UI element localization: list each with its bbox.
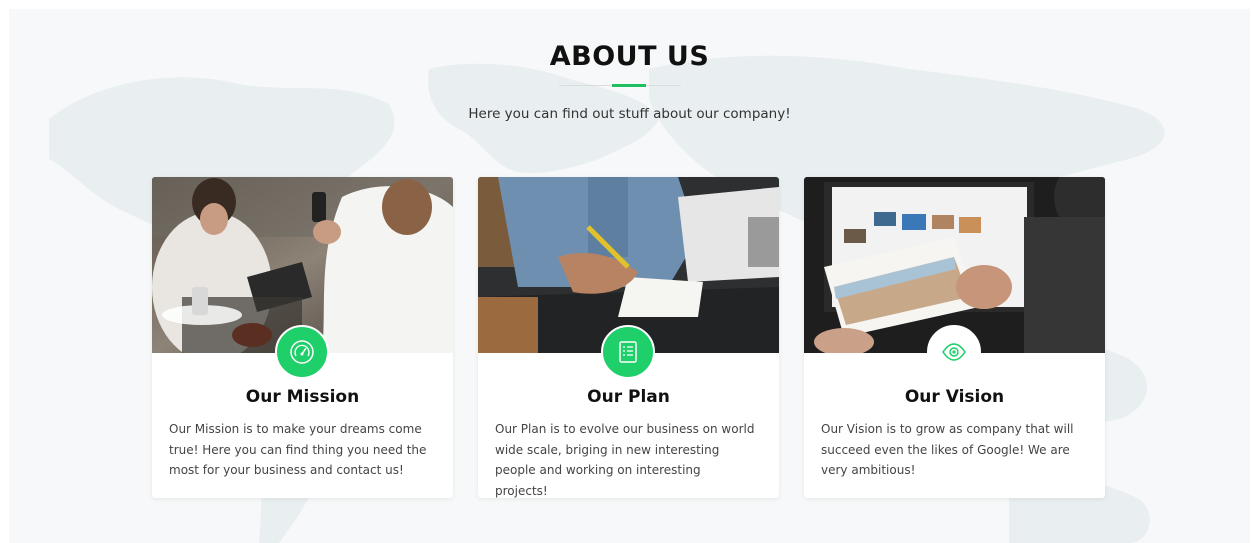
vision-badge	[927, 325, 981, 379]
card-title: Our Vision	[904, 387, 1005, 407]
speedometer-icon	[290, 340, 314, 364]
section-subtitle: Here you can find out stuff about our co…	[468, 106, 791, 122]
about-section: ABOUT US Here you can find out stuff abo…	[9, 9, 1250, 543]
card-plan: Our Plan Our Plan is to evolve our busin…	[478, 177, 779, 498]
card-title: Our Mission	[245, 387, 360, 407]
card-vision: Our Vision Our Vision is to grow as comp…	[804, 177, 1105, 498]
card-mission: Our Mission Our Mission is to make your …	[152, 177, 453, 498]
card-description: Our Vision is to grow as company that wi…	[821, 422, 1074, 477]
mission-badge	[275, 325, 329, 379]
title-accent-bar	[612, 84, 646, 87]
page-title: ABOUT US	[549, 41, 710, 72]
card-title: Our Plan	[587, 387, 670, 407]
list-document-icon	[619, 341, 637, 363]
card-description: Our Plan is to evolve our business on wo…	[495, 422, 755, 498]
eye-icon	[942, 343, 966, 361]
plan-badge	[601, 325, 655, 379]
card-description: Our Mission is to make your dreams come …	[169, 422, 427, 477]
